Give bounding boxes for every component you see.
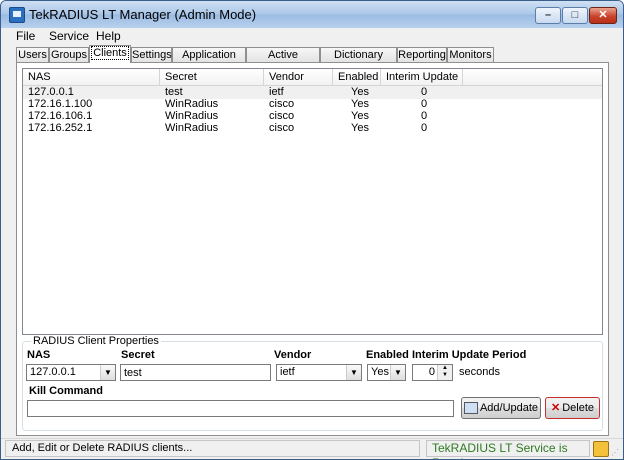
delete-label: Delete (562, 402, 594, 414)
column-vendor[interactable]: Vendor (264, 69, 333, 85)
list-header: NAS Secret Vendor Enabled Interim Update (23, 69, 602, 86)
table-cell: Yes (351, 122, 369, 134)
interim-value: 0 (428, 366, 435, 378)
title-bar[interactable]: TekRADIUS LT Manager (Admin Mode) – □ ✕ (1, 1, 623, 28)
secret-input[interactable] (120, 364, 271, 381)
table-cell: WinRadius (165, 122, 219, 134)
clients-tab-page: NAS Secret Vendor Enabled Interim Update… (16, 62, 609, 436)
enabled-combo[interactable]: Yes ▼ (367, 364, 406, 381)
add-update-label: Add/Update (479, 402, 539, 414)
menu-file[interactable]: File (16, 29, 35, 43)
enabled-label: Enabled (366, 349, 409, 361)
chevron-down-icon[interactable]: ▼ (100, 365, 115, 380)
tab-users[interactable]: Users (16, 47, 49, 62)
chevron-down-icon[interactable]: ▼ (346, 365, 361, 380)
column-secret[interactable]: Secret (160, 69, 264, 85)
delete-button[interactable]: ✕ Delete (545, 397, 600, 419)
interim-label: Interim Update Period (412, 349, 527, 361)
column-nas[interactable]: NAS (23, 69, 160, 85)
add-update-icon (463, 402, 478, 415)
clients-list[interactable]: NAS Secret Vendor Enabled Interim Update… (22, 68, 603, 335)
service-status: TekRADIUS LT Service is Running (426, 440, 590, 459)
spin-arrows-icon[interactable]: ▲ ▼ (437, 365, 452, 380)
maximize-button[interactable]: □ (562, 7, 588, 24)
nas-combo[interactable]: 127.0.0.1 ▼ (26, 364, 116, 381)
resize-grip-icon[interactable]: ⋰ (611, 448, 621, 458)
tab-reporting[interactable]: Reporting (397, 47, 447, 62)
tab-application-log[interactable]: Application Log (172, 47, 246, 76)
add-update-button[interactable]: Add/Update (461, 397, 541, 419)
group-title: RADIUS Client Properties (31, 335, 161, 347)
table-cell: 172.16.252.1 (28, 122, 93, 134)
interim-unit: seconds (459, 366, 500, 378)
vendor-combo[interactable]: ietf ▼ (276, 364, 362, 381)
window-title: TekRADIUS LT Manager (Admin Mode) (29, 7, 257, 22)
minimize-button[interactable]: – (535, 7, 561, 24)
close-icon: ✕ (598, 9, 608, 21)
menu-service[interactable]: Service (49, 29, 89, 43)
table-cell: cisco (269, 122, 295, 134)
tab-monitors[interactable]: Monitors (447, 47, 494, 62)
kill-command-input[interactable] (27, 400, 454, 417)
tab-active-sessions[interactable]: Active Sessions (246, 47, 320, 76)
vendor-value: ietf (280, 366, 295, 378)
status-bar: Add, Edit or Delete RADIUS clients... Te… (1, 438, 623, 459)
tab-clients[interactable]: Clients (89, 45, 131, 63)
vendor-label: Vendor (274, 349, 312, 361)
tab-dictionary-editor[interactable]: Dictionary Editor (320, 47, 397, 76)
tab-settings[interactable]: Settings (131, 47, 172, 62)
delete-icon: ✕ (550, 402, 561, 415)
table-row[interactable]: 172.16.252.1 WinRadius cisco Yes 0 (23, 122, 602, 135)
tab-groups[interactable]: Groups (49, 47, 89, 62)
tab-clients-label: Clients (91, 46, 129, 60)
close-button[interactable]: ✕ (589, 7, 617, 24)
nas-label: NAS (27, 349, 51, 361)
column-interim-update[interactable]: Interim Update (381, 69, 463, 85)
menu-help[interactable]: Help (96, 29, 121, 43)
service-tray-icon[interactable] (593, 441, 609, 457)
interim-stepper[interactable]: 0 ▲ ▼ (412, 364, 453, 381)
minimize-icon: – (544, 9, 552, 21)
menu-bar: File Service Help (1, 28, 623, 45)
maximize-icon: □ (571, 9, 579, 21)
table-cell: 0 (421, 122, 428, 134)
secret-label: Secret (121, 349, 155, 361)
client-properties-group: RADIUS Client Properties NAS Secret Vend… (22, 335, 603, 431)
app-window: TekRADIUS LT Manager (Admin Mode) – □ ✕ … (0, 0, 624, 460)
app-icon (9, 7, 25, 23)
kill-command-label: Kill Command (29, 385, 103, 397)
nas-value: 127.0.0.1 (30, 366, 76, 378)
status-message: Add, Edit or Delete RADIUS clients... (5, 440, 420, 457)
column-enabled[interactable]: Enabled (333, 69, 381, 85)
enabled-value: Yes (371, 366, 389, 378)
chevron-down-icon[interactable]: ▼ (390, 365, 405, 380)
